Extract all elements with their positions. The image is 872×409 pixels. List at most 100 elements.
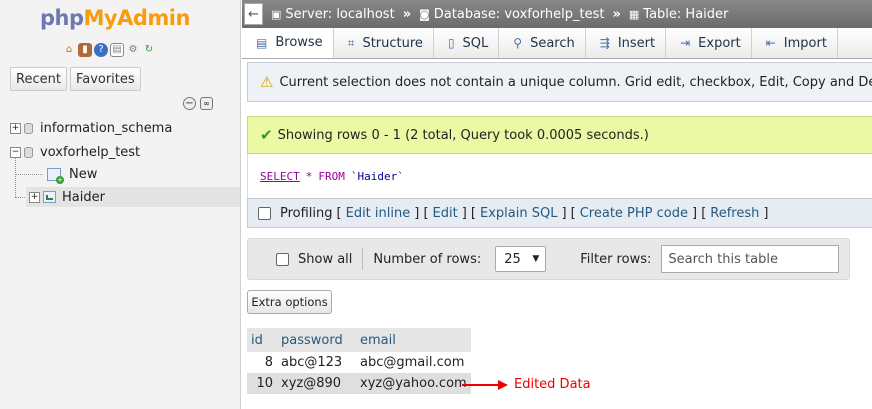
phpmyadmin-window: phpMyAdmin ⌂ ▮ ? ▤ ⚙ ↻ Recent Favorites … xyxy=(0,0,872,409)
tree-item-haider[interactable]: + Haider xyxy=(26,187,240,207)
warning-icon: ⚠ xyxy=(260,73,274,91)
refresh-link[interactable]: Refresh xyxy=(710,206,759,221)
breadcrumb: ← ▣ Server: localhost » ◙ Database: voxfor… xyxy=(242,0,872,28)
column-header-password[interactable]: password xyxy=(277,328,356,352)
tab-import[interactable]: ⇤ Import xyxy=(752,28,838,58)
results-table: id password email 8 abc@123 abc@gmail.co… xyxy=(247,328,471,394)
recent-tab[interactable]: Recent xyxy=(10,67,67,91)
tab-insert[interactable]: ⇶ Insert xyxy=(586,28,667,58)
database-icon: ◙ xyxy=(419,7,430,21)
breadcrumb-separator: » xyxy=(402,6,412,22)
cell-id[interactable]: 10 xyxy=(247,373,277,394)
bracket: ] [ xyxy=(461,205,476,221)
settings-icon[interactable]: ⚙ xyxy=(126,43,140,57)
expand-icon[interactable]: + xyxy=(29,191,40,203)
column-header-id[interactable]: id xyxy=(247,328,277,352)
edit-link[interactable]: Edit xyxy=(433,206,458,221)
tree-item-information-schema[interactable]: + information_schema xyxy=(10,118,172,138)
server-icon: ▣ xyxy=(271,7,282,21)
edit-inline-link[interactable]: Edit inline xyxy=(346,206,411,221)
extra-options-button[interactable]: Extra options xyxy=(247,290,332,314)
arrow-icon xyxy=(462,379,508,390)
collapse-icon[interactable]: − xyxy=(10,146,21,158)
browse-icon: ▤ xyxy=(256,35,268,50)
navigation-sidebar: phpMyAdmin ⌂ ▮ ? ▤ ⚙ ↻ Recent Favorites … xyxy=(0,0,241,409)
success-text: Showing rows 0 - 1 (2 total, Query took … xyxy=(277,127,649,143)
logout-icon[interactable]: ▮ xyxy=(78,43,92,57)
tree-controls: − ∞ xyxy=(183,97,213,110)
filter-rows-input[interactable] xyxy=(661,245,840,273)
breadcrumb-separator: » xyxy=(612,6,621,22)
collapse-all-icon[interactable]: − xyxy=(183,97,196,110)
breadcrumb-server-label: Server: localhost xyxy=(285,6,395,22)
divider xyxy=(362,248,364,270)
number-of-rows-value: 25 xyxy=(504,251,521,267)
tab-export[interactable]: ⇥ Export xyxy=(666,28,752,58)
edited-data-annotation: Edited Data xyxy=(462,377,591,392)
bracket: [ xyxy=(336,205,342,221)
breadcrumb-server[interactable]: ▣ Server: localhost xyxy=(271,7,395,22)
tree-line xyxy=(15,157,16,197)
breadcrumb-table[interactable]: ▦ Table: Haider xyxy=(629,7,728,22)
tree-item-new[interactable]: + New xyxy=(47,164,97,184)
sql-query-display: SELECT * FROM `Haider` xyxy=(247,154,872,198)
success-message: ✔ Showing rows 0 - 1 (2 total, Query too… xyxy=(247,116,872,154)
home-icon[interactable]: ⌂ xyxy=(62,43,76,57)
structure-icon: ⌗ xyxy=(347,35,355,50)
tab-sql[interactable]: ▯ SQL xyxy=(434,28,500,58)
tab-label: Browse xyxy=(275,35,323,50)
reload-icon[interactable]: ↻ xyxy=(142,43,156,57)
tree-item-label: Haider xyxy=(62,189,105,205)
expand-icon[interactable]: + xyxy=(10,122,21,134)
back-button[interactable]: ← xyxy=(244,3,263,25)
sql-keyword-select[interactable]: SELECT xyxy=(260,170,300,183)
create-php-code-link[interactable]: Create PHP code xyxy=(580,206,688,221)
help-icon[interactable]: ? xyxy=(94,43,108,57)
table-navigation-bar: Show all Number of rows: 25 ▼ Filter row… xyxy=(247,238,850,280)
sql-keyword-from: FROM xyxy=(318,169,345,183)
table-row: 8 abc@123 abc@gmail.com xyxy=(247,352,471,373)
cell-email[interactable]: xyz@yahoo.com xyxy=(356,373,471,394)
tab-label: Export xyxy=(698,35,741,51)
tab-browse[interactable]: ▤ Browse xyxy=(242,28,334,58)
query-options-bar: Profiling [ Edit inline ] [ Edit ] [ Exp… xyxy=(247,198,872,228)
cell-password[interactable]: abc@123 xyxy=(277,352,356,373)
checkmark-icon: ✔ xyxy=(260,126,273,144)
profiling-checkbox[interactable] xyxy=(258,206,271,220)
bracket: ] [ xyxy=(414,205,429,221)
logo-php-text: php xyxy=(40,6,84,30)
insert-icon: ⇶ xyxy=(599,36,610,50)
cell-email[interactable]: abc@gmail.com xyxy=(356,352,471,373)
sql-star: * xyxy=(305,169,313,183)
unique-column-notice: ⚠ Current selection does not contain a u… xyxy=(247,62,872,102)
sql-icon: ▯ xyxy=(447,36,455,50)
tab-label: Search xyxy=(530,35,575,51)
column-header-email[interactable]: email xyxy=(356,328,471,352)
number-of-rows-label: Number of rows: xyxy=(373,251,482,267)
tab-label: Import xyxy=(783,35,827,51)
filter-rows-label: Filter rows: xyxy=(580,251,652,267)
chevron-down-icon: ▼ xyxy=(532,254,540,264)
database-icon xyxy=(24,146,33,158)
explain-sql-link[interactable]: Explain SQL xyxy=(480,206,557,221)
tab-search[interactable]: ⚲ Search xyxy=(499,28,586,58)
header-row: id password email xyxy=(247,328,471,352)
phpmyadmin-logo[interactable]: phpMyAdmin xyxy=(40,6,190,30)
breadcrumb-database[interactable]: ◙ Database: voxforhelp_test xyxy=(419,7,604,22)
tree-item-label: voxforhelp_test xyxy=(40,144,141,160)
tree-item-voxforhelp-test[interactable]: − voxforhelp_test xyxy=(10,142,140,162)
sql-table-name: `Haider` xyxy=(350,169,404,183)
cell-password[interactable]: xyz@890 xyxy=(277,373,356,394)
new-table-icon: + xyxy=(47,167,64,184)
cell-id[interactable]: 8 xyxy=(247,352,277,373)
link-with-main-icon[interactable]: ∞ xyxy=(200,97,213,110)
number-of-rows-select[interactable]: 25 ▼ xyxy=(495,246,547,272)
favorites-tab[interactable]: Favorites xyxy=(69,67,141,91)
tab-structure[interactable]: ⌗ Structure xyxy=(334,28,434,58)
table-icon: ▦ xyxy=(628,7,640,21)
show-all-checkbox[interactable] xyxy=(276,252,289,266)
docs-icon[interactable]: ▤ xyxy=(110,43,124,57)
tree-item-label: New xyxy=(69,166,98,182)
tab-label: Insert xyxy=(617,35,656,51)
edited-data-label: Edited Data xyxy=(514,377,591,392)
